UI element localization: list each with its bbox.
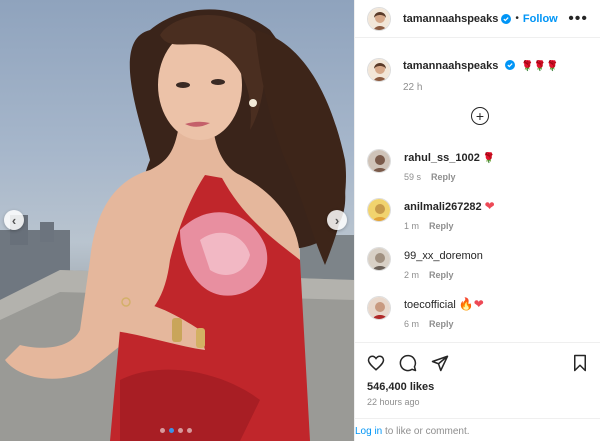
separator-dot: • xyxy=(515,13,519,24)
login-prompt-text: to like or comment. xyxy=(382,426,470,437)
post-header: tamannaahspeaks • Follow ••• xyxy=(355,0,600,38)
post-photo xyxy=(0,9,354,441)
comment-time: 59 s xyxy=(404,172,422,182)
bookmark-icon[interactable] xyxy=(571,354,589,372)
login-prompt: Log in to like or comment. xyxy=(355,418,600,437)
comment-time: 1 m xyxy=(404,221,420,231)
share-icon[interactable] xyxy=(431,354,449,372)
comment-text: ❤ xyxy=(484,199,495,213)
carousel-dot xyxy=(187,428,192,433)
comment-time: 2 m xyxy=(404,270,420,280)
comment-username[interactable]: rahul_ss_1002 xyxy=(404,152,480,164)
avatar[interactable] xyxy=(367,6,391,31)
comment-icon[interactable] xyxy=(399,354,417,372)
follow-button[interactable]: Follow xyxy=(523,13,558,25)
heart-icon[interactable] xyxy=(367,354,385,372)
post-author-username[interactable]: tamannaahspeaks xyxy=(403,13,498,25)
caption-text: 🌹🌹🌹 xyxy=(521,61,559,72)
caption-username[interactable]: tamannaahspeaks xyxy=(403,60,498,72)
comment-username[interactable]: 99_xx_doremon xyxy=(404,250,483,262)
comment-text: 🔥❤ xyxy=(458,297,484,311)
verified-badge-icon xyxy=(504,60,515,70)
comment-username[interactable]: toecofficial xyxy=(404,299,456,311)
comment-item: anilmali267282 ❤ 1 m Reply xyxy=(367,198,591,247)
reply-button[interactable]: Reply xyxy=(429,221,454,231)
likes-count[interactable]: 546,400 likes xyxy=(355,373,600,393)
post-side-panel: tamannaahspeaks • Follow ••• tamannaahsp… xyxy=(354,0,600,441)
reply-button[interactable]: Reply xyxy=(429,270,454,280)
carousel-dot xyxy=(160,428,165,433)
login-link[interactable]: Log in xyxy=(355,426,382,437)
post-media[interactable]: ‹ › xyxy=(0,0,354,441)
comment-item: toecofficial 🔥❤ 6 m Reply xyxy=(367,296,591,345)
avatar[interactable] xyxy=(367,149,391,173)
post-caption: tamannaahspeaks 🌹🌹🌹 22 h xyxy=(355,38,600,93)
carousel-indicator xyxy=(160,428,192,433)
avatar[interactable] xyxy=(367,247,391,271)
next-slide-button[interactable]: › xyxy=(327,210,347,230)
comment-text: 🌹 xyxy=(482,153,496,164)
carousel-dot-active xyxy=(169,428,174,433)
comment-item: rahul_ss_1002 🌹 59 s Reply xyxy=(367,149,591,198)
caption-timestamp: 22 h xyxy=(403,82,423,93)
comment-time: 6 m xyxy=(404,319,420,329)
carousel-dot xyxy=(178,428,183,433)
reply-button[interactable]: Reply xyxy=(429,319,454,329)
more-options-icon[interactable]: ••• xyxy=(568,10,588,27)
verified-badge-icon xyxy=(501,13,512,24)
avatar[interactable] xyxy=(367,296,391,320)
avatar[interactable] xyxy=(367,58,391,82)
load-more-comments-button[interactable]: + xyxy=(471,107,489,125)
reply-button[interactable]: Reply xyxy=(431,172,456,182)
avatar[interactable] xyxy=(367,198,391,222)
post-timestamp: 22 hours ago xyxy=(367,397,420,407)
previous-slide-button[interactable]: ‹ xyxy=(4,210,24,230)
comment-item: 99_xx_doremon 2 m Reply xyxy=(367,247,591,296)
comment-list: rahul_ss_1002 🌹 59 s Reply anilmali267282 ❤… xyxy=(367,149,591,345)
comment-username[interactable]: anilmali267282 xyxy=(404,201,482,213)
